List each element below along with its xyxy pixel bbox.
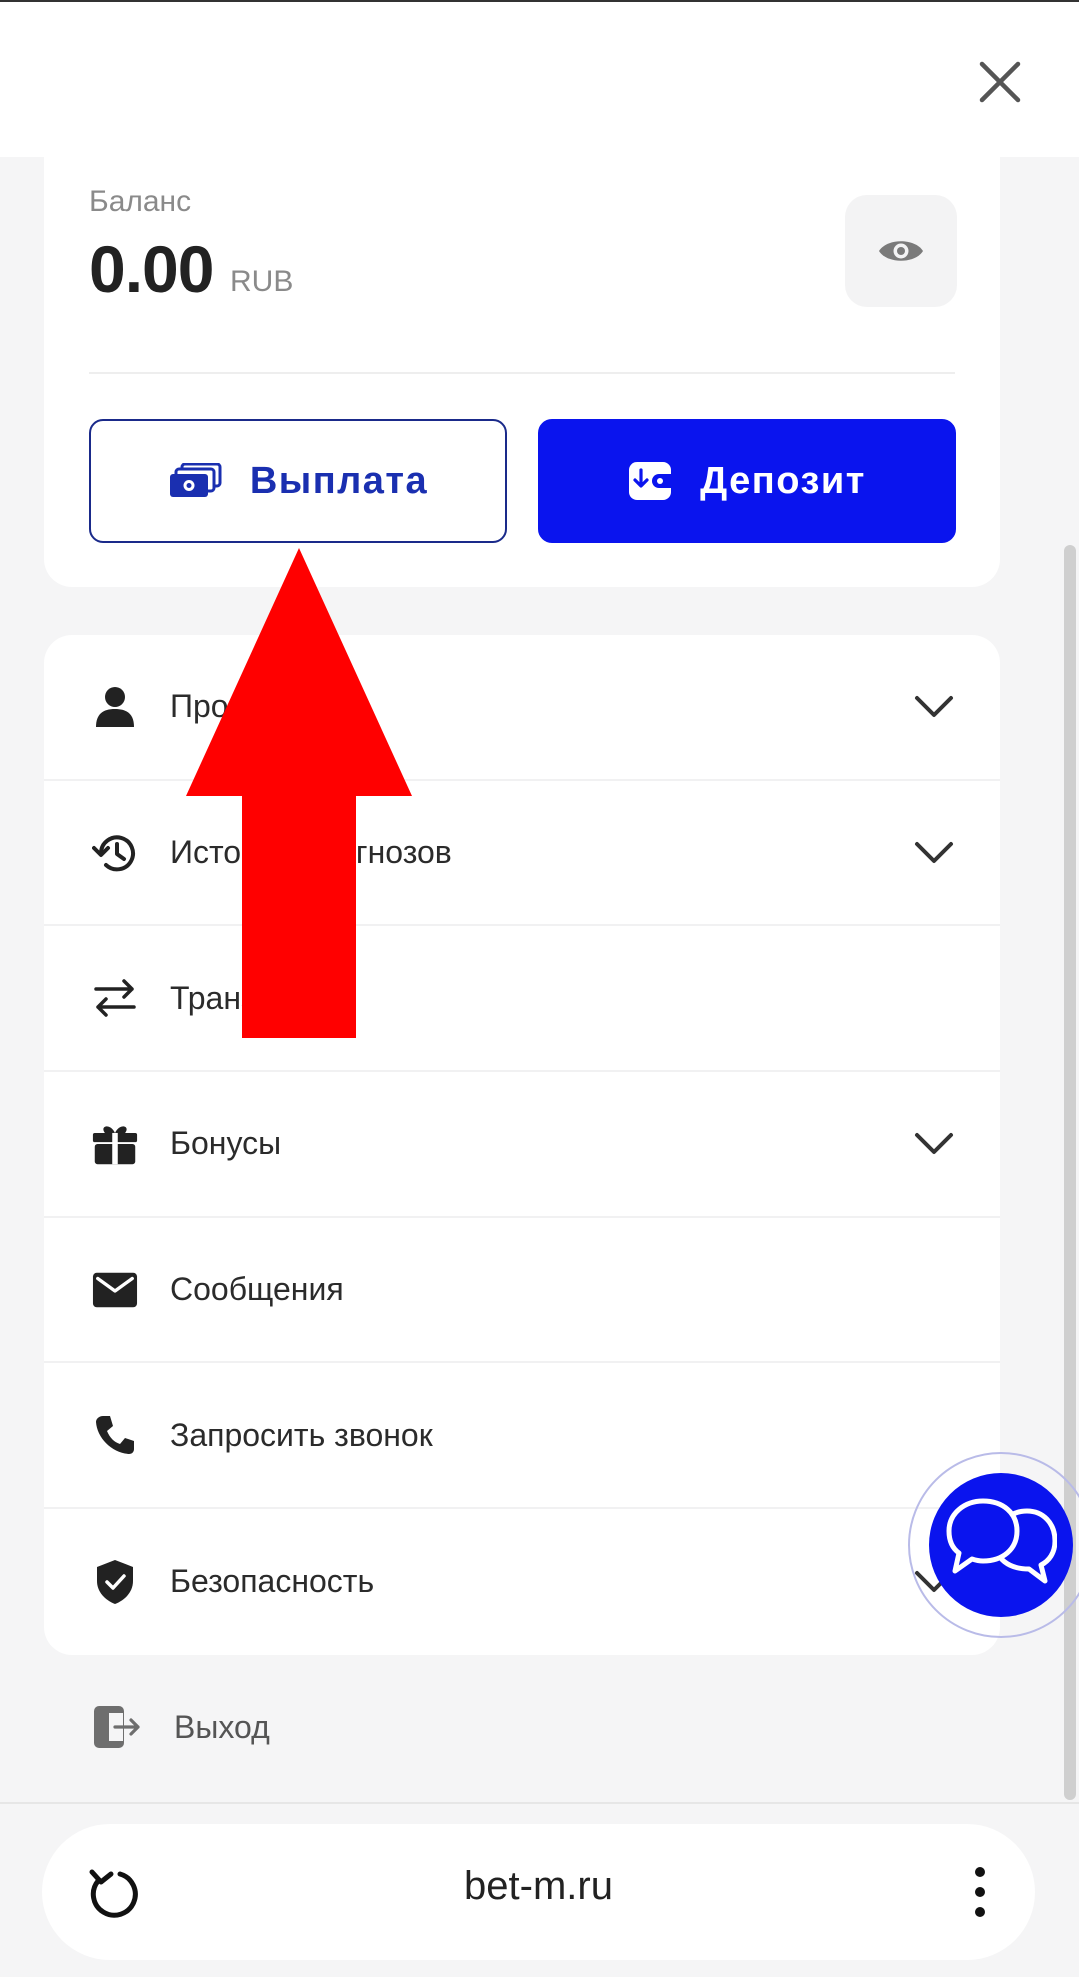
menu-item-label: Запросить звонок: [170, 1416, 433, 1453]
chat-button-circle: [929, 1473, 1073, 1617]
annotation-arrow: [186, 548, 412, 1038]
logout-icon: [92, 1702, 142, 1752]
logout-button[interactable]: Выход: [44, 1682, 644, 1772]
swap-arrows-icon: [92, 975, 138, 1021]
support-chat-button[interactable]: [908, 1452, 1079, 1642]
balance-card: Баланс 0.00 RUB Выплата Депозит: [44, 157, 1000, 587]
toggle-balance-visibility-button[interactable]: [845, 195, 957, 307]
more-vertical-icon: [975, 1867, 985, 1917]
menu-item-label: Безопасность: [170, 1563, 375, 1600]
menu-item-request-call[interactable]: Запросить звонок: [44, 1363, 1000, 1510]
address-bar[interactable]: bet-m.ru: [42, 1824, 1035, 1960]
balance-currency: RUB: [230, 265, 294, 298]
chat-bubbles-icon: [946, 1498, 1057, 1584]
account-panel: Баланс 0.00 RUB Выплата Депозит История …: [0, 157, 1064, 1802]
url-text[interactable]: bet-m.ru: [42, 1864, 1035, 1909]
close-icon: [979, 61, 1021, 103]
withdraw-label: Выплата: [249, 459, 429, 502]
browser-bottom-bar: bet-m.ru: [0, 1802, 1079, 1977]
balance-divider: [89, 372, 955, 374]
menu-item-bonuses[interactable]: Бонусы: [44, 1072, 1000, 1218]
menu-item-label: Сообщения: [170, 1271, 344, 1308]
menu-item-messages[interactable]: Сообщения: [44, 1218, 1000, 1364]
deposit-button[interactable]: Депозит: [538, 419, 956, 543]
chevron-down-icon[interactable]: [910, 683, 958, 731]
shield-check-icon: [92, 1559, 138, 1605]
eye-icon: [879, 241, 923, 261]
menu-item-label: Бонусы: [170, 1125, 282, 1162]
chevron-down-icon[interactable]: [910, 829, 958, 877]
wallet-icon: [629, 462, 672, 500]
close-button[interactable]: [965, 47, 1035, 117]
cash-stack-icon: [169, 463, 222, 497]
more-options-button[interactable]: [960, 1860, 1000, 1924]
gift-icon: [92, 1121, 138, 1167]
person-icon: [92, 684, 138, 730]
logout-label: Выход: [174, 1708, 270, 1745]
balance-label: Баланс: [89, 185, 192, 218]
balance-amount: 0.00: [89, 232, 214, 306]
top-bar: [0, 0, 1079, 157]
chevron-down-icon[interactable]: [910, 1120, 958, 1168]
envelope-icon: [92, 1267, 138, 1313]
menu-item-security[interactable]: Безопасность: [44, 1509, 1000, 1655]
history-icon: [92, 830, 138, 876]
phone-icon: [92, 1412, 138, 1458]
deposit-label: Депозит: [700, 459, 866, 502]
withdraw-button[interactable]: Выплата: [89, 419, 507, 543]
